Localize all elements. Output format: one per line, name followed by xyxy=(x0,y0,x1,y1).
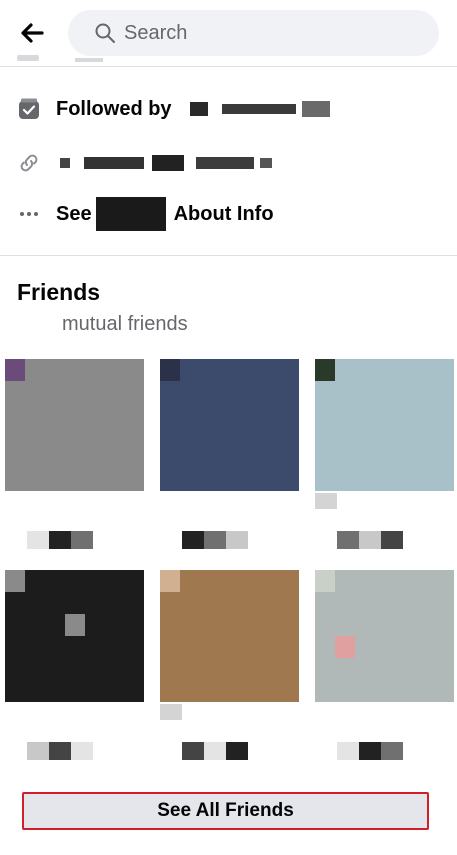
search-icon xyxy=(95,23,115,43)
friend-photo[interactable] xyxy=(5,570,144,702)
redacted-friend-name xyxy=(337,742,403,760)
redacted-friend-name xyxy=(182,531,248,549)
redacted-name xyxy=(189,102,208,116)
friend-photo[interactable] xyxy=(160,570,299,702)
redacted-friend-name xyxy=(27,742,93,760)
back-button[interactable] xyxy=(16,17,48,49)
friend-photo[interactable] xyxy=(160,359,299,491)
redacted-friend-detail xyxy=(315,493,337,509)
redacted-friend-detail xyxy=(160,704,182,720)
see-about-info-row[interactable]: See About Info xyxy=(16,197,274,231)
redacted-name xyxy=(301,101,330,117)
see-all-friends-button[interactable]: See All Friends xyxy=(22,792,429,830)
friend-photo[interactable] xyxy=(315,359,454,491)
friend-photo[interactable] xyxy=(315,570,454,702)
top-bar xyxy=(0,0,457,67)
friends-title: Friends xyxy=(17,279,101,305)
clipped-row-icon xyxy=(17,55,39,61)
redacted-link xyxy=(60,158,70,168)
redacted-name xyxy=(221,104,296,114)
section-divider xyxy=(0,255,457,256)
followed-by-label: Followed by xyxy=(56,97,172,120)
friend-photo[interactable] xyxy=(5,359,144,491)
arrow-left-icon xyxy=(21,23,44,43)
redacted-friend-name xyxy=(27,531,93,549)
redacted-link xyxy=(260,158,272,168)
about-info-label: About Info xyxy=(173,202,274,225)
redacted-link xyxy=(152,155,184,171)
redacted-friend-name xyxy=(337,531,403,549)
redacted-name xyxy=(95,197,166,231)
check-badge-icon xyxy=(16,96,42,122)
ellipsis-icon xyxy=(16,201,42,227)
search-bar[interactable] xyxy=(68,10,439,56)
link-row[interactable] xyxy=(16,147,272,179)
followed-by-row: Followed by xyxy=(16,93,330,125)
redacted-link xyxy=(196,157,254,169)
clipped-row-text xyxy=(75,58,103,62)
search-input[interactable] xyxy=(124,10,414,56)
see-prefix: See xyxy=(56,202,92,225)
redacted-friend-name xyxy=(182,742,248,760)
link-icon xyxy=(16,150,42,176)
redacted-link xyxy=(84,157,144,169)
mutual-friends-count: mutual friends xyxy=(62,313,188,335)
